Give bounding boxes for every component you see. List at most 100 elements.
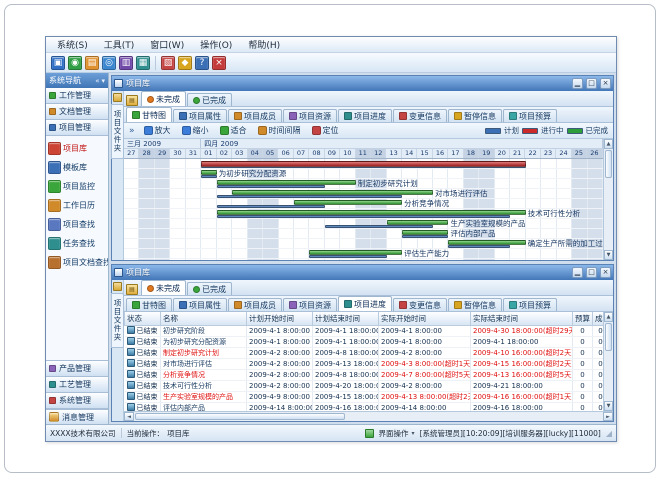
gantt-tab-gantt[interactable]: 甘特图 (126, 107, 172, 122)
gantt-actual-bar[interactable] (309, 250, 402, 255)
gantt-tab-resources[interactable]: 项目资源 (283, 109, 337, 122)
gantt-actual-bar[interactable] (217, 180, 356, 185)
interface-mode-button[interactable]: 界面操作 ▾ (379, 428, 415, 439)
overflow-chevron-icon[interactable]: » (127, 126, 137, 136)
gantt-actual-bar[interactable] (217, 210, 526, 215)
scrollbar-thumb[interactable] (135, 413, 345, 420)
menu-help[interactable]: 帮助(H) (241, 37, 287, 52)
sidebar-group-work-mgmt[interactable]: 工作管理 (46, 88, 108, 104)
gantt-tab-properties[interactable]: 项目属性 (173, 109, 227, 122)
gantt-status-tab-finished[interactable]: 已完成 (187, 93, 232, 106)
table-status-tab-finished[interactable]: 已完成 (187, 282, 232, 295)
scroll-down-icon[interactable]: ▼ (604, 401, 613, 411)
refresh-icon[interactable]: ◉ (68, 56, 82, 70)
gantt-plan-bar[interactable] (201, 175, 216, 178)
table-vscrollbar[interactable]: ▲ ▼ (603, 312, 613, 411)
gantt-plan-bar[interactable] (217, 195, 402, 198)
table-row[interactable]: 已结束技术可行性分析2009-4-2 8:00:002009-4-20 18:0… (125, 380, 604, 391)
table-row[interactable]: 已结束评估内部产品2009-4-14 8:00:002009-4-16 18:0… (125, 402, 604, 411)
scrollbar-thumb[interactable] (605, 323, 612, 351)
table-tab-change-info[interactable]: 变更信息 (393, 298, 447, 311)
lock-icon[interactable]: ◆ (178, 56, 192, 70)
gantt-actual-bar[interactable] (201, 170, 216, 175)
gantt-tool-locate[interactable]: 定位 (308, 123, 343, 138)
scroll-left-icon[interactable]: ◄ (124, 412, 134, 421)
column-header-0[interactable]: 状态 (125, 312, 161, 325)
gantt-window-titlebar[interactable]: 项目库 ▁ □ × (112, 76, 613, 91)
table-row[interactable]: 已结束初步研究阶段2009-4-1 8:00:002009-4-1 18:00:… (125, 325, 604, 336)
sidebar-item-project-doc-search[interactable]: 项目文档查找 (46, 253, 108, 272)
scroll-up-icon[interactable]: ▲ (604, 139, 613, 149)
sidebar-group-process-mgmt[interactable]: 工艺管理 (46, 377, 108, 393)
table-tab-members[interactable]: 项目成员 (228, 298, 282, 311)
table-tab-gantt[interactable]: 甘特图 (126, 298, 172, 311)
gantt-status-tab-unfinished[interactable]: 未完成 (141, 91, 186, 106)
sidebar-item-project-monitor[interactable]: 项目监控 (46, 177, 108, 196)
gantt-tool-zoom-out[interactable]: 缩小 (178, 123, 213, 138)
table-row[interactable]: 已结束对市场进行评估2009-4-2 8:00:002009-4-13 18:0… (125, 358, 604, 369)
search-icon[interactable]: ◎ (102, 56, 116, 70)
table-status-tab-unfinished[interactable]: 未完成 (141, 280, 186, 295)
sidebar-item-work-calendar[interactable]: 工作日历 (46, 196, 108, 215)
gantt-tool-time-interval[interactable]: 时间间隔 (254, 123, 305, 138)
table-hscrollbar[interactable]: ◄ ► (124, 411, 613, 421)
table-tab-properties[interactable]: 项目属性 (173, 298, 227, 311)
table-tab-resources[interactable]: 项目资源 (283, 298, 337, 311)
gantt-summary-bar[interactable] (201, 161, 525, 167)
sidebar-group-project-mgmt[interactable]: 项目管理 (46, 120, 108, 136)
column-header-2[interactable]: 计划开始时间 (247, 312, 313, 325)
table-row[interactable]: 已结束生产实验室规模的产品2009-4-9 8:00:002009-4-15 1… (125, 391, 604, 402)
table-folder-icon[interactable]: ▤ (126, 284, 138, 295)
gantt-plan-bar[interactable] (309, 255, 386, 258)
gantt-actual-bar[interactable] (294, 200, 402, 205)
side-tab-project-folder[interactable]: 项目文件夹 (111, 104, 124, 159)
gantt-plan-bar[interactable] (217, 205, 325, 208)
gantt-plan-bar[interactable] (217, 185, 325, 188)
exit-icon[interactable]: × (212, 56, 226, 70)
scrollbar-thumb[interactable] (605, 150, 612, 178)
side-tab-project-folder[interactable]: 项目文件夹 (111, 293, 124, 348)
gantt-plan-bar[interactable] (402, 235, 448, 238)
scroll-down-icon[interactable]: ▼ (604, 250, 613, 260)
minimize-button[interactable]: ▁ (572, 78, 583, 89)
menu-window[interactable]: 窗口(W) (143, 37, 191, 52)
column-header-7[interactable]: 成 (593, 312, 604, 325)
sidebar-item-project-search[interactable]: 项目查找 (46, 215, 108, 234)
table-tab-pause-info[interactable]: 暂停信息 (448, 298, 502, 311)
gantt-tab-pause-info[interactable]: 暂停信息 (448, 109, 502, 122)
table-row[interactable]: 已结束制定初步研究计划2009-4-2 8:00:002009-4-8 18:0… (125, 347, 604, 358)
gantt-tool-zoom-in[interactable]: 放大 (140, 123, 175, 138)
gantt-plan-bar[interactable] (448, 245, 510, 248)
sidebar-group-doc-mgmt[interactable]: 文档管理 (46, 104, 108, 120)
collapse-sidebar-icon[interactable]: « (95, 77, 99, 85)
pin-icon[interactable]: ▾ (101, 77, 105, 85)
sidebar-group-product-mgmt[interactable]: 产品管理 (46, 361, 108, 377)
scroll-right-icon[interactable]: ► (603, 412, 613, 421)
gantt-tab-change-info[interactable]: 变更信息 (393, 109, 447, 122)
column-header-5[interactable]: 实际结束时间 (471, 312, 573, 325)
sidebar-item-project-library[interactable]: 项目库 (46, 139, 108, 158)
gantt-folder-icon[interactable]: ▤ (126, 95, 138, 106)
close-button[interactable]: × (600, 78, 611, 89)
gantt-vscrollbar[interactable]: ▲ ▼ (603, 139, 613, 260)
gantt-tab-progress[interactable]: 项目进度 (338, 109, 392, 122)
close-button[interactable]: × (600, 267, 611, 278)
folder-icon[interactable]: ▤ (85, 56, 99, 70)
gantt-actual-bar[interactable] (232, 190, 433, 195)
column-header-4[interactable]: 实际开始时间 (379, 312, 471, 325)
gantt-tool-fit[interactable]: 适合 (216, 123, 251, 138)
gantt-tab-members[interactable]: 项目成员 (228, 109, 282, 122)
sidebar-group-system-mgmt[interactable]: 系统管理 (46, 393, 108, 409)
minimize-button[interactable]: ▁ (572, 267, 583, 278)
restore-button[interactable]: □ (586, 78, 597, 89)
menu-tools[interactable]: 工具(T) (97, 37, 142, 52)
gantt-actual-bar[interactable] (402, 230, 448, 235)
gantt-actual-bar[interactable] (448, 240, 525, 245)
message-icon[interactable]: ▧ (161, 56, 175, 70)
gantt-plan-bar[interactable] (325, 225, 433, 228)
table-tab-budget[interactable]: 项目预算 (503, 298, 557, 311)
column-header-6[interactable]: 预算 (573, 312, 593, 325)
table-row[interactable]: 已结束为初步研究分配资源2009-4-1 8:00:002009-4-1 18:… (125, 336, 604, 347)
menu-system[interactable]: 系统(S) (50, 37, 95, 52)
scroll-up-icon[interactable]: ▲ (604, 312, 613, 322)
